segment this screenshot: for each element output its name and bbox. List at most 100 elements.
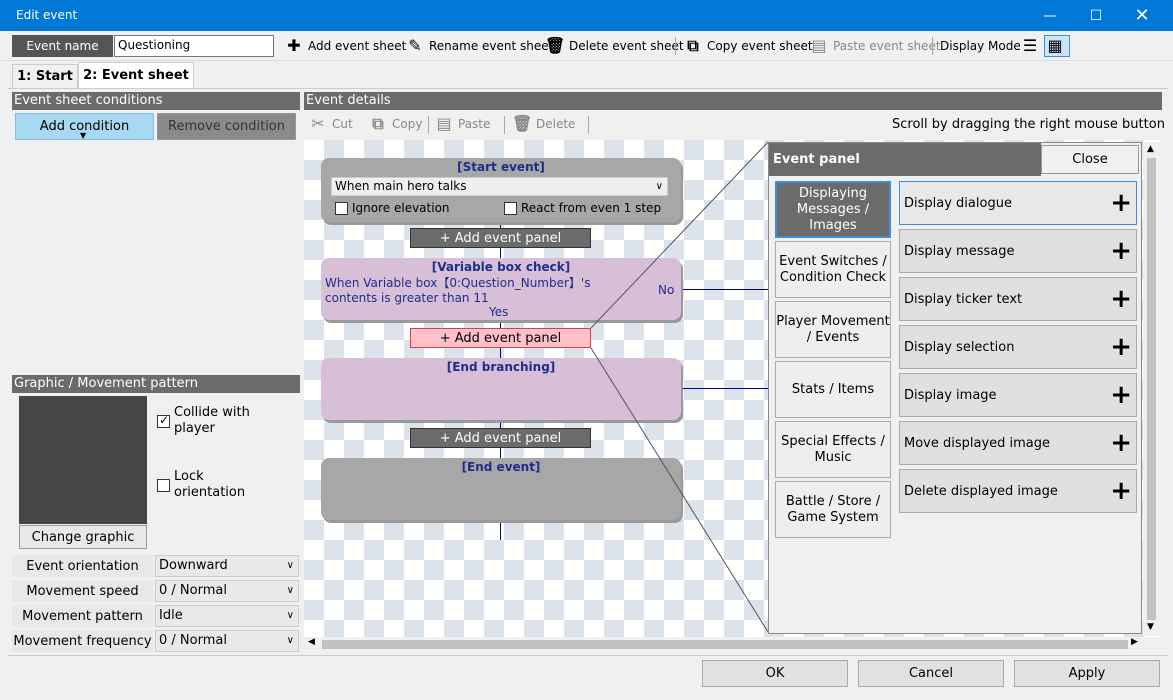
clipboard-icon: ▤	[436, 114, 452, 133]
collide-checkbox[interactable]: ✓	[157, 413, 170, 428]
category-event-switches[interactable]: Event Switches / Condition Check	[775, 241, 891, 298]
movement-pattern-select[interactable]: Idle ∨	[155, 605, 299, 627]
movement-frequency-label: Movement frequency	[12, 630, 153, 652]
plus-icon: +	[1110, 332, 1132, 362]
clipboard-icon: ▤	[811, 36, 827, 55]
category-stats-items[interactable]: Stats / Items	[775, 361, 891, 418]
plus-icon: +	[1110, 284, 1132, 314]
scroll-right-icon[interactable]: ▶	[1131, 637, 1138, 647]
collide-label: Collide with player	[174, 405, 250, 436]
event-name-label: Event name	[12, 35, 113, 57]
graphic-preview[interactable]	[19, 396, 147, 524]
maximize-icon[interactable]: ☐	[1073, 0, 1119, 31]
copy-event-sheet-button[interactable]: ⧉ Copy event sheet	[683, 35, 812, 57]
event-orientation-select[interactable]: Downward ∨	[155, 555, 299, 577]
tab-event-sheet[interactable]: 2: Event sheet	[78, 62, 194, 88]
event-name-input[interactable]: Questioning	[114, 35, 274, 57]
delete-displayed-image-button[interactable]: Delete displayed image +	[899, 469, 1137, 513]
plus-icon: +	[1110, 188, 1132, 218]
category-displaying-messages[interactable]: Displaying Messages / Images	[775, 181, 891, 238]
delete-event-sheet-button[interactable]: 🗑 Delete event sheet	[545, 35, 684, 57]
event-panel: Event panel Close Displaying Messages / …	[768, 142, 1142, 634]
change-graphic-button[interactable]: Change graphic	[19, 525, 147, 549]
tab-underline	[8, 88, 1168, 89]
delete-button[interactable]: 🗑 Delete	[512, 113, 575, 135]
display-message-button[interactable]: Display message +	[899, 229, 1137, 273]
minimize-icon[interactable]: —	[1027, 0, 1073, 31]
tab-start[interactable]: 1: Start	[12, 64, 78, 88]
copy-icon: ⧉	[372, 114, 384, 133]
flowchart-view-button[interactable]: ▦	[1044, 35, 1070, 57]
toolbar: Event name Questioning ✚ Add event sheet…	[0, 31, 1173, 61]
trash-icon: 🗑	[545, 36, 566, 55]
ok-button[interactable]: OK	[702, 660, 848, 687]
vertical-scroll-thumb[interactable]	[1147, 158, 1156, 620]
add-condition-button[interactable]: Add condition ▼	[15, 113, 154, 140]
movement-speed-label: Movement speed	[12, 580, 153, 602]
scroll-hint: Scroll by dragging the right mouse butto…	[892, 117, 1165, 132]
copy-icon: ⧉	[687, 36, 699, 55]
movement-speed-select[interactable]: 0 / Normal ∨	[155, 580, 299, 602]
display-ticker-text-button[interactable]: Display ticker text +	[899, 277, 1137, 321]
plus-icon: +	[1110, 476, 1132, 506]
scroll-down-icon[interactable]: ▼	[1147, 622, 1154, 632]
pencil-icon: ✎	[408, 36, 422, 55]
lock-orientation-checkbox[interactable]	[157, 479, 170, 492]
display-selection-button[interactable]: Display selection +	[899, 325, 1137, 369]
toolbar-separator	[932, 37, 933, 55]
display-image-button[interactable]: Display image +	[899, 373, 1137, 417]
movement-frequency-select[interactable]: 0 / Normal ∨	[155, 630, 299, 652]
move-displayed-image-button[interactable]: Move displayed image +	[899, 421, 1137, 465]
paste-event-sheet-button[interactable]: ▤ Paste event sheet	[809, 35, 940, 57]
list-view-button[interactable]: ☰	[1020, 35, 1044, 57]
scissors-icon: ✂	[311, 114, 325, 133]
toolbar-separator	[428, 116, 429, 134]
resize-grip-icon[interactable]	[1158, 688, 1173, 700]
plus-icon: +	[1110, 236, 1132, 266]
category-special-effects[interactable]: Special Effects / Music	[775, 421, 891, 478]
display-mode-label: Display Mode	[940, 39, 1021, 53]
horizontal-scrollbar[interactable]: ◀ ▶	[304, 637, 1143, 652]
scroll-up-icon[interactable]: ▲	[1147, 144, 1154, 154]
plus-icon: +	[1110, 380, 1132, 410]
close-icon[interactable]: ✕	[1119, 0, 1165, 31]
event-sheet-conditions-header: Event sheet conditions	[12, 92, 300, 110]
apply-button[interactable]: Apply	[1014, 660, 1160, 687]
scroll-left-icon[interactable]: ◀	[308, 637, 315, 647]
event-panel-title: Event panel	[769, 143, 1041, 176]
flowchart-icon: ▦	[1047, 36, 1063, 55]
paste-button[interactable]: ▤ Paste	[434, 113, 490, 135]
chevron-down-icon: ∨	[286, 635, 294, 646]
checkmark-icon: ✓	[159, 413, 170, 427]
event-orientation-label: Event orientation	[12, 555, 153, 577]
cancel-button[interactable]: Cancel	[858, 660, 1004, 687]
footer-divider	[8, 655, 1168, 656]
rename-event-sheet-button[interactable]: ✎ Rename event sheet	[405, 35, 553, 57]
toolbar-separator	[588, 116, 589, 134]
category-player-movement[interactable]: Player Movement / Events	[775, 301, 891, 358]
add-event-sheet-button[interactable]: ✚ Add event sheet	[284, 35, 406, 57]
movement-pattern-label: Movement pattern	[12, 605, 153, 627]
graphic-movement-header: Graphic / Movement pattern	[12, 375, 300, 393]
plus-icon: +	[1110, 428, 1132, 458]
lock-orientation-label: Lock orientation	[174, 469, 246, 500]
trash-icon: 🗑	[512, 114, 533, 133]
toolbar-separator	[675, 37, 676, 55]
toolbar-separator	[504, 116, 505, 134]
chevron-down-icon: ∨	[286, 585, 294, 596]
window-title: Edit event	[16, 8, 78, 22]
chevron-down-icon: ∨	[286, 560, 294, 571]
plus-icon: ✚	[287, 36, 301, 55]
list-icon: ☰	[1022, 36, 1038, 55]
remove-condition-button[interactable]: Remove condition	[157, 113, 296, 140]
event-details-header: Event details	[304, 92, 1162, 110]
cut-button[interactable]: ✂ Cut	[308, 113, 352, 135]
dropdown-arrow-icon: ▼	[80, 131, 87, 140]
category-battle-store[interactable]: Battle / Store / Game System	[775, 481, 891, 538]
event-panel-close-button[interactable]: Close	[1041, 145, 1139, 174]
display-dialogue-button[interactable]: Display dialogue +	[899, 181, 1137, 225]
copy-button[interactable]: ⧉ Copy	[368, 113, 422, 135]
title-bar: Edit event — ☐ ✕	[0, 0, 1173, 31]
vertical-scrollbar[interactable]: ▲ ▼	[1143, 142, 1160, 636]
horizontal-scroll-thumb[interactable]	[322, 640, 1128, 649]
